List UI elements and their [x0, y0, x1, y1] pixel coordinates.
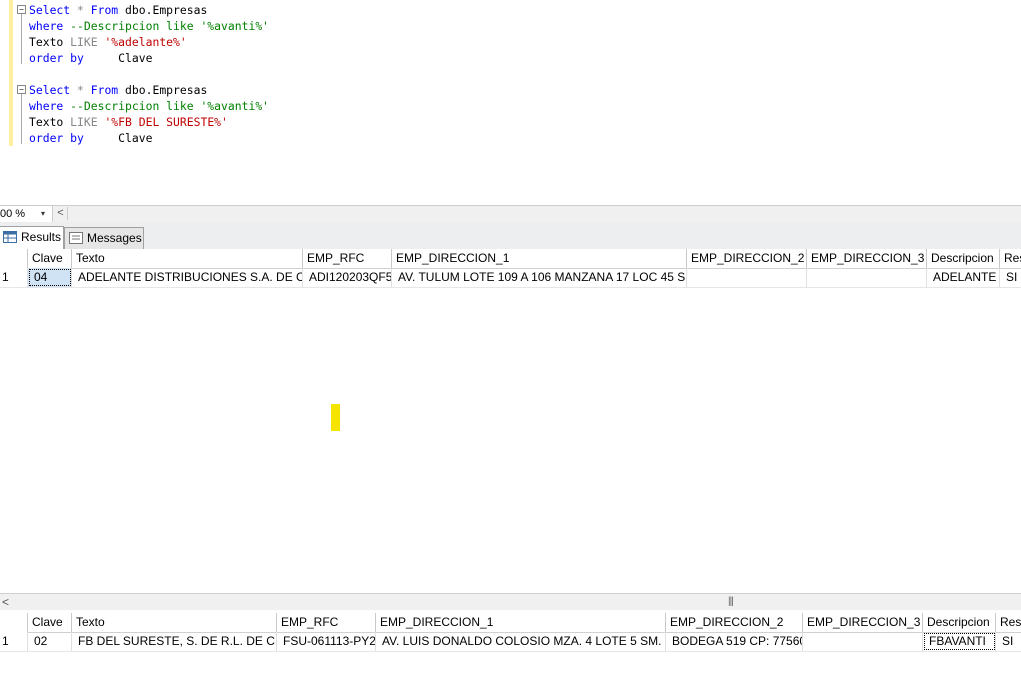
- results-tabs-bar: Results Messages: [0, 222, 1021, 250]
- keyword-order-by: order by: [29, 51, 84, 65]
- column-header-emp-direccion-1[interactable]: EMP_DIRECCION_1: [376, 613, 666, 632]
- operator-star: *: [77, 3, 84, 17]
- operator-star: *: [77, 83, 84, 97]
- column-header-emp-direccion-2[interactable]: EMP_DIRECCION_2: [666, 613, 803, 632]
- column-header-emp-direccion-3[interactable]: EMP_DIRECCION_3: [803, 613, 923, 632]
- code-line-2: where --Descripcion like '%avanti%': [29, 18, 269, 34]
- cell-clave[interactable]: 04: [28, 268, 72, 287]
- column-header-clave[interactable]: Clave: [28, 249, 72, 268]
- grid-header: Clave Texto EMP_RFC EMP_DIRECCION_1 EMP_…: [0, 249, 1021, 269]
- results-grid-1[interactable]: Clave Texto EMP_RFC EMP_DIRECCION_1 EMP_…: [0, 249, 1021, 289]
- table-name: dbo.Empresas: [125, 3, 208, 17]
- cell-emp-direccion-1[interactable]: AV. LUIS DONALDO COLOSIO MZA. 4 LOTE 5 S…: [376, 632, 666, 651]
- column-header-texto[interactable]: Texto: [72, 249, 303, 268]
- code-line-1: Select * From dbo.Empresas: [29, 2, 207, 18]
- tab-results[interactable]: Results: [0, 226, 64, 249]
- column-header-descripcion[interactable]: Descripcion: [923, 613, 996, 632]
- cell-emp-direccion-3[interactable]: [803, 632, 923, 651]
- cell-texto[interactable]: ADELANTE DISTRIBUCIONES S.A. DE C.V.: [72, 268, 303, 287]
- column-header-responsable[interactable]: Resp: [996, 613, 1021, 632]
- operator-like: LIKE: [70, 35, 98, 49]
- cell-emp-direccion-3[interactable]: [807, 268, 927, 287]
- keyword-where: where: [29, 19, 64, 33]
- row-number[interactable]: 1: [0, 268, 28, 287]
- horizontal-scrollbar[interactable]: < |||: [0, 593, 1021, 610]
- tab-label: Messages: [87, 231, 142, 245]
- code-line-8: Texto LIKE '%FB DEL SURESTE%': [29, 114, 228, 130]
- row-number-header: [0, 249, 28, 268]
- column-header-emp-direccion-2[interactable]: EMP_DIRECCION_2: [687, 249, 807, 268]
- row-number-header: [0, 613, 28, 632]
- column-header-emp-direccion-3[interactable]: EMP_DIRECCION_3: [807, 249, 927, 268]
- change-tracking-margin: [9, 0, 13, 146]
- column-header-emp-direccion-1[interactable]: EMP_DIRECCION_1: [392, 249, 687, 268]
- scroll-left-icon[interactable]: <: [54, 207, 68, 220]
- results-grid-2[interactable]: Clave Texto EMP_RFC EMP_DIRECCION_1 EMP_…: [0, 613, 1021, 653]
- zoom-value: 00 %: [0, 208, 26, 220]
- editor-zoom-bar: 00 % ▾ <: [0, 205, 1021, 223]
- cell-emp-direccion-2[interactable]: BODEGA 519 CP: 77560: [666, 632, 803, 651]
- column-header-texto[interactable]: Texto: [72, 613, 277, 632]
- table-row[interactable]: 1 04 ADELANTE DISTRIBUCIONES S.A. DE C.V…: [0, 268, 1021, 288]
- cell-responsable[interactable]: SI: [996, 632, 1021, 651]
- tab-messages[interactable]: Messages: [64, 227, 144, 249]
- keyword-order-by: order by: [29, 131, 84, 145]
- sql-editor[interactable]: − Select * From dbo.Empresas where --Des…: [0, 0, 1021, 205]
- cell-emp-direccion-2[interactable]: [687, 268, 807, 287]
- column-header-descripcion[interactable]: Descripcion: [927, 249, 1000, 268]
- cell-descripcion[interactable]: FBAVANTI: [923, 632, 996, 651]
- cell-emp-direccion-1[interactable]: AV. TULUM LOTE 109 A 106 MANZANA 17 LOC …: [392, 268, 687, 287]
- row-number[interactable]: 1: [0, 632, 28, 651]
- outline-line: [21, 94, 22, 144]
- outline-line: [21, 14, 22, 64]
- column-name: Clave: [118, 131, 153, 145]
- column-header-emp-rfc[interactable]: EMP_RFC: [303, 249, 392, 268]
- operator-like: LIKE: [70, 115, 98, 129]
- sql-comment: --Descripcion like '%avanti%': [70, 19, 270, 33]
- cell-responsable[interactable]: SI: [1000, 268, 1021, 287]
- zoom-select[interactable]: 00 % ▾: [0, 206, 53, 222]
- keyword-from: From: [90, 3, 119, 17]
- column-name: Clave: [118, 51, 153, 65]
- cell-emp-rfc[interactable]: ADI120203QF5: [303, 268, 392, 287]
- tab-label: Results: [21, 230, 62, 244]
- scrollbar-grip-icon[interactable]: |||: [728, 594, 734, 610]
- keyword-select: Select: [29, 3, 71, 17]
- code-line-7: where --Descripcion like '%avanti%': [29, 98, 269, 114]
- code-line-3: Texto LIKE '%adelante%': [29, 34, 187, 50]
- code-line-4: order by Clave: [29, 50, 152, 66]
- code-line-6: Select * From dbo.Empresas: [29, 82, 207, 98]
- code-line-9: order by Clave: [29, 130, 152, 146]
- chevron-down-icon[interactable]: ▾: [41, 206, 45, 222]
- column-name: Texto: [29, 115, 64, 129]
- table-name: dbo.Empresas: [125, 83, 208, 97]
- keyword-from: From: [90, 83, 119, 97]
- keyword-select: Select: [29, 83, 71, 97]
- keyword-where: where: [29, 99, 64, 113]
- sql-comment: --Descripcion like '%avanti%': [70, 99, 270, 113]
- column-header-emp-rfc[interactable]: EMP_RFC: [277, 613, 376, 632]
- column-name: Texto: [29, 35, 64, 49]
- messages-icon: [69, 231, 83, 244]
- cell-clave[interactable]: 02: [28, 632, 72, 651]
- cell-emp-rfc[interactable]: FSU-061113-PY2: [277, 632, 376, 651]
- grid-icon: [3, 230, 17, 243]
- string-literal: '%FB DEL SURESTE%': [104, 115, 228, 129]
- column-header-clave[interactable]: Clave: [28, 613, 72, 632]
- grid-header: Clave Texto EMP_RFC EMP_DIRECCION_1 EMP_…: [0, 613, 1021, 633]
- highlight-marker: [331, 404, 340, 431]
- column-header-responsable[interactable]: Res: [1000, 249, 1021, 268]
- cell-descripcion[interactable]: ADELANTE: [927, 268, 1000, 287]
- collapse-icon[interactable]: −: [17, 85, 26, 94]
- string-literal: '%adelante%': [104, 35, 187, 49]
- collapse-icon[interactable]: −: [17, 5, 26, 14]
- scroll-left-icon[interactable]: <: [2, 594, 9, 610]
- table-row[interactable]: 1 02 FB DEL SURESTE, S. DE R.L. DE C.V. …: [0, 632, 1021, 652]
- cell-texto[interactable]: FB DEL SURESTE, S. DE R.L. DE C.V.: [72, 632, 277, 651]
